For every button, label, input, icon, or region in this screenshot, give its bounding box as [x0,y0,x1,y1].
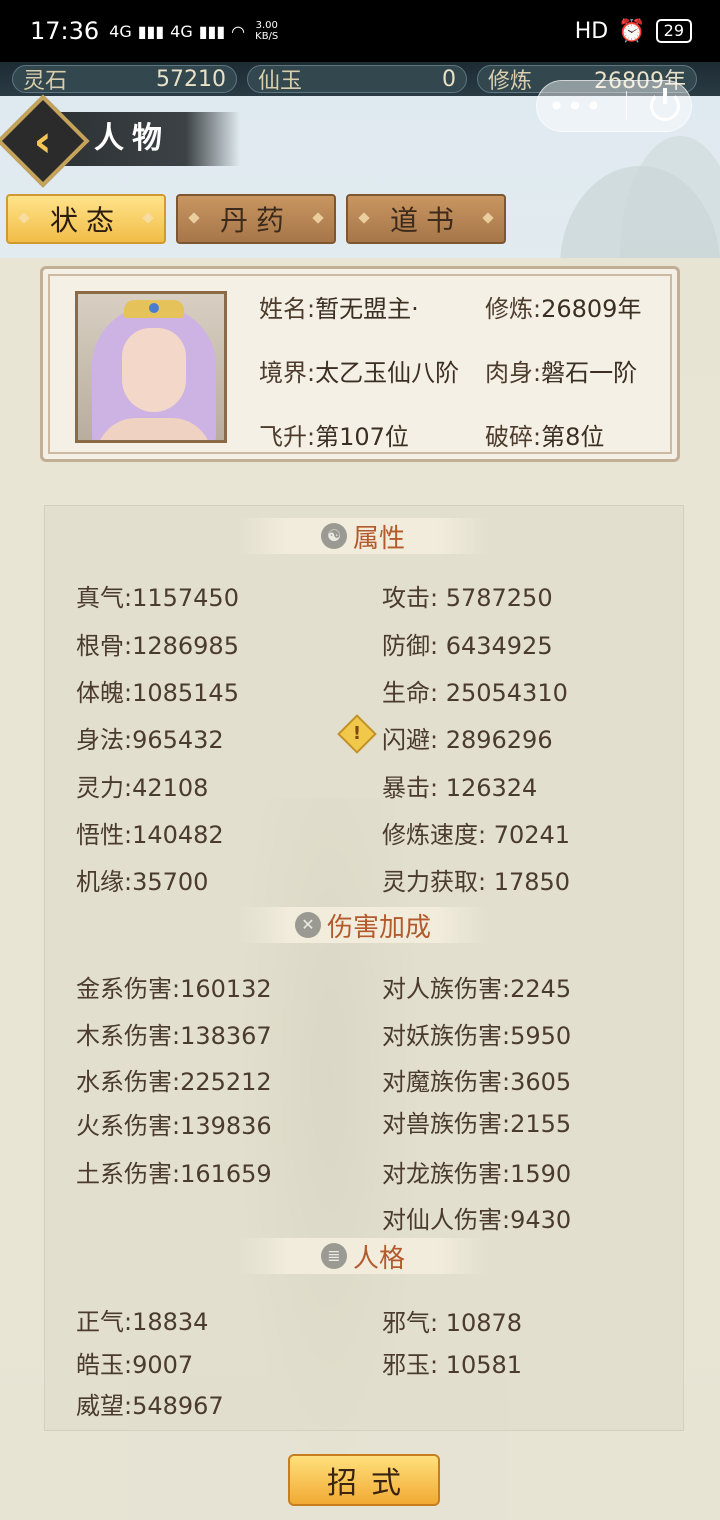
personality-header: ≣ 人格 [238,1238,488,1274]
battery-icon: 29 [655,19,692,43]
dmg-left-1: 木系伤害:138367 [76,1022,272,1050]
net-speed: 3.00 KB/S [255,20,279,42]
attr-right-2: 生命: 25054310 [382,679,568,707]
pers-left-0: 正气:18834 [76,1308,209,1336]
dmg-right-2: 对魔族伤害:3605 [382,1068,572,1096]
pers-left-2: 威望:548967 [76,1392,224,1420]
attr-left-6: 机缘:35700 [76,868,209,896]
attr-left-5: 悟性:140482 [76,821,224,849]
signal-icon-1: 4G [109,21,132,41]
skills-button[interactable]: 招式 [288,1454,440,1506]
attr-right-3: 闪避: 2896296 [382,726,553,754]
status-bar: 17:36 4G ▮▮▮ 4G ▮▮▮ ◠ 3.00 KB/S HD ⏰ 29 [0,0,720,62]
alarm-icon: ⏰ [618,18,646,44]
mini-program-capsule[interactable]: ••• [536,80,692,132]
attr-left-0: 真气:1157450 [76,584,239,612]
power-icon[interactable] [649,88,680,121]
attr-right-4: 暴击: 126324 [382,774,538,802]
profile-shatter-rank: 破碎:第8位 [485,423,605,451]
crossed-swords-icon: ✕ [294,912,321,938]
tab-status[interactable]: 状态 [6,194,166,244]
attributes-header: ☯ 属性 [238,518,488,554]
chevron-left-icon: ‹ [33,115,53,167]
book-icon: ≣ [320,1243,347,1269]
pers-right-0: 邪气: 10878 [382,1309,523,1337]
tab-books[interactable]: 道书 [346,194,506,244]
attr-left-2: 体魄:1085145 [76,679,239,707]
dmg-right-3: 对兽族伤害:2155 [382,1110,572,1138]
dmg-left-3: 火系伤害:139836 [76,1112,272,1140]
attr-right-0: 攻击: 5787250 [382,584,553,612]
damage-header: ✕ 伤害加成 [238,907,488,943]
attr-left-4: 灵力:42108 [76,774,209,802]
clock: 17:36 [30,17,100,45]
pers-right-1: 邪玉: 10581 [382,1351,523,1379]
attr-left-1: 根骨:1286985 [76,632,239,660]
profile-name: 姓名:暂无盟主· [259,295,419,323]
resource-xianyu: 仙玉 0 [247,65,467,94]
attr-left-3: 身法:965432 [76,726,224,754]
yin-yang-icon: ☯ [320,523,347,549]
attr-right-5: 修炼速度: 70241 [382,821,571,849]
attr-right-1: 防御: 6434925 [382,632,553,660]
pers-left-1: 皓玉:9007 [76,1351,194,1379]
attr-right-6: 灵力获取: 17850 [382,868,571,896]
profile-cultivation: 修炼:26809年 [485,295,642,323]
profile-card: 姓名:暂无盟主· 修炼:26809年 境界:太乙玉仙八阶 肉身:磐石一阶 飞升:… [40,266,680,462]
wifi-icon: ◠ [231,21,246,41]
profile-realm: 境界:太乙玉仙八阶 [259,359,460,387]
tab-pills[interactable]: 丹药 [176,194,336,244]
dmg-left-4: 土系伤害:161659 [76,1160,272,1188]
avatar[interactable] [75,291,227,443]
dmg-right-0: 对人族伤害:2245 [382,975,572,1003]
dmg-right-1: 对妖族伤害:5950 [382,1022,572,1050]
dmg-left-0: 金系伤害:160132 [76,975,272,1003]
signal-icon-2: 4G [170,21,193,41]
hd-icon: HD [574,18,609,44]
resource-lingshi: 灵石 57210 [12,65,237,94]
profile-ascend-rank: 飞升:第107位 [259,423,409,451]
dmg-right-4: 对龙族伤害:1590 [382,1160,572,1188]
dmg-right-5: 对仙人伤害:9430 [382,1206,572,1234]
signal-icons: 4G ▮▮▮ 4G ▮▮▮ ◠ [109,21,246,41]
dmg-left-2: 水系伤害:225212 [76,1068,272,1096]
profile-body: 肉身:磐石一阶 [485,359,638,387]
tab-bar: 状态 丹药 道书 [6,194,506,244]
more-icon[interactable]: ••• [548,90,604,123]
